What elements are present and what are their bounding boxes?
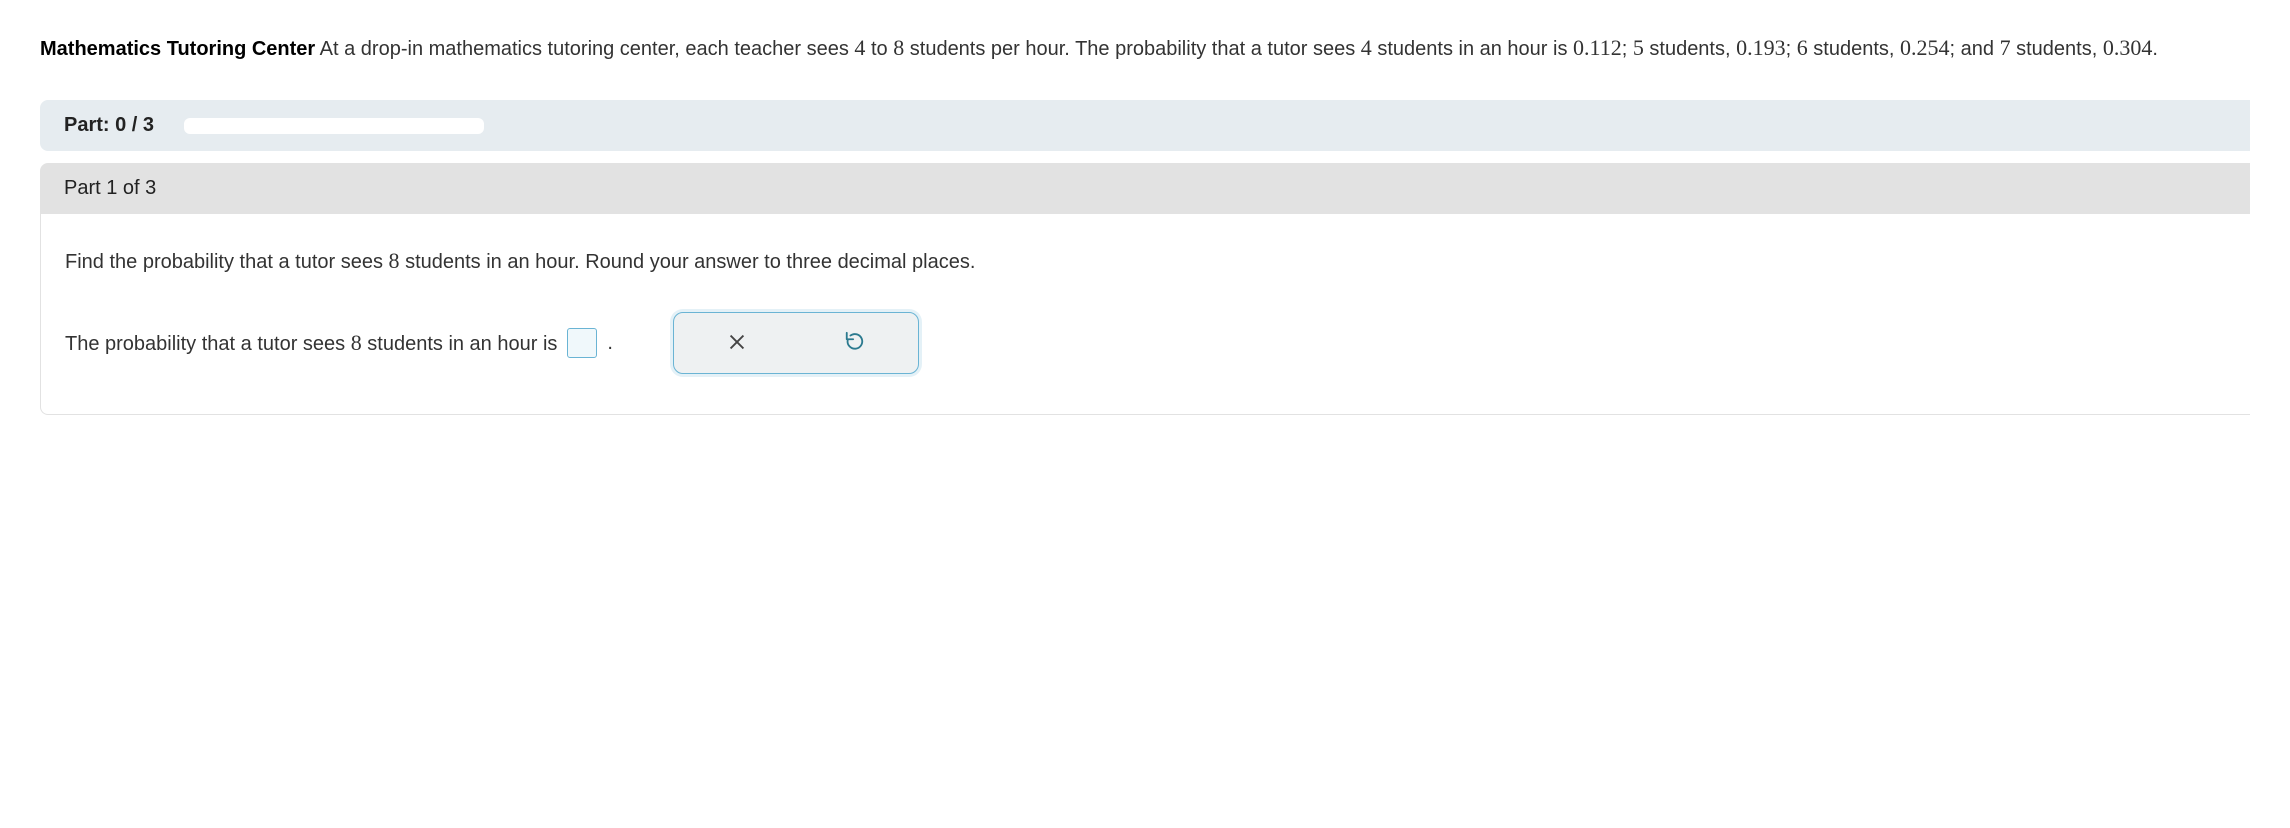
answer-toolbox [673,312,919,374]
progress-bar: Part: 0 / 3 [40,100,2250,151]
part-header-label: Part 1 of 3 [64,177,156,199]
answer-period: . [607,332,613,355]
part-body: Find the probability that a tutor sees 8… [40,214,2250,415]
undo-icon [844,331,866,356]
answer-input[interactable] [567,328,597,358]
part-instruction: Find the probability that a tutor sees 8… [65,244,2226,277]
part-header: Part 1 of 3 [40,163,2250,214]
answer-row: The probability that a tutor sees 8 stud… [65,312,2226,374]
answer-prefix: The probability that a tutor sees 8 stud… [65,330,557,356]
close-icon [726,331,748,356]
reset-button[interactable] [800,319,910,367]
clear-button[interactable] [682,319,792,367]
progress-track [184,118,484,134]
problem-statement: Mathematics Tutoring Center At a drop-in… [40,30,2250,65]
problem-title: Mathematics Tutoring Center [40,38,315,60]
progress-label: Part: 0 / 3 [64,114,154,137]
